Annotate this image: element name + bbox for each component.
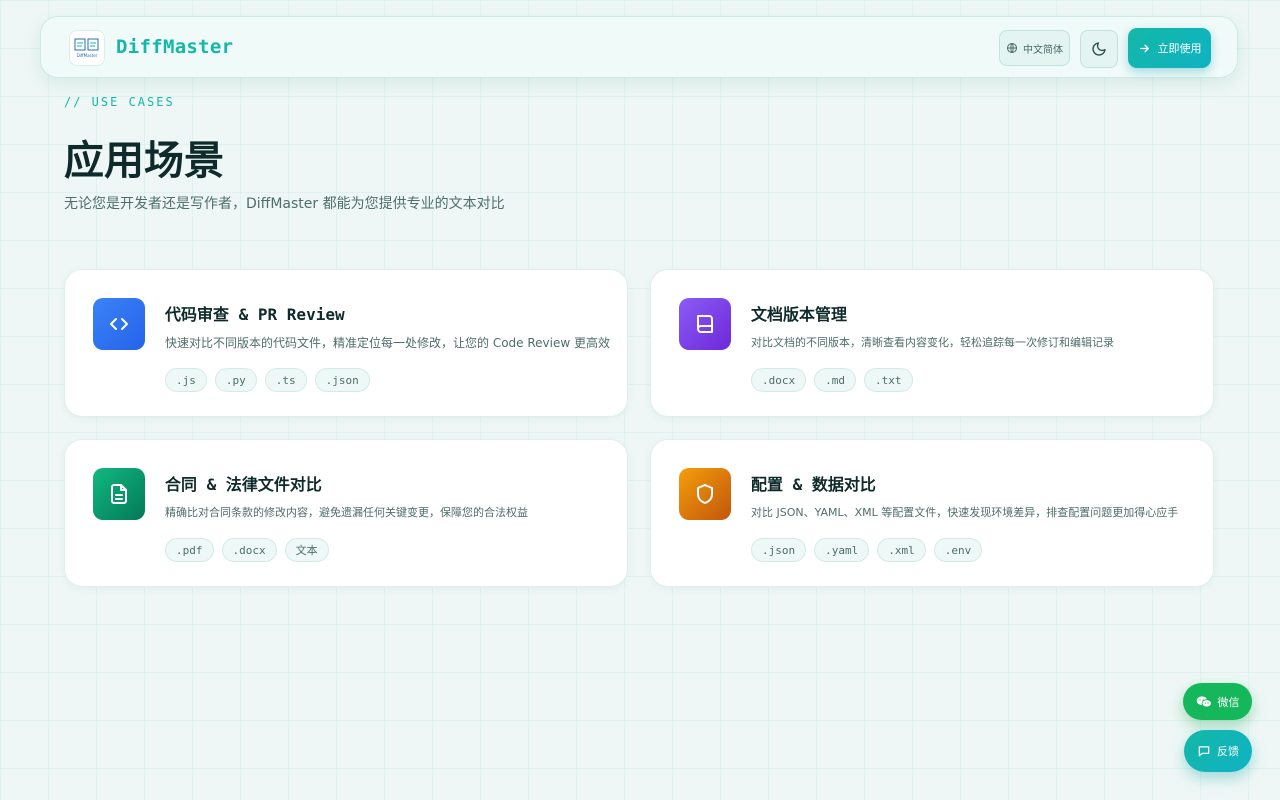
card-description: 精确比对合同条款的修改内容，避免遗漏任何关键变更，保障您的合法权益 bbox=[165, 506, 528, 519]
message-icon bbox=[1198, 746, 1210, 757]
use-case-card-contracts[interactable]: 合同 & 法律文件对比 精确比对合同条款的修改内容，避免遗漏任何关键变更，保障您… bbox=[64, 439, 628, 587]
use-case-card-document-versions[interactable]: 文档版本管理 对比文档的不同版本，清晰查看内容变化，轻松追踪每一次修订和编辑记录… bbox=[650, 269, 1214, 417]
code-icon bbox=[93, 298, 145, 350]
book-icon bbox=[679, 298, 731, 350]
file-text-icon bbox=[93, 468, 145, 520]
tag: 文本 bbox=[284, 538, 329, 562]
shield-icon bbox=[679, 468, 731, 520]
section-title: 应用场景 bbox=[64, 138, 224, 184]
card-tags: .js .py .ts .json bbox=[165, 368, 370, 392]
globe-icon bbox=[1007, 43, 1017, 53]
tag: .py bbox=[214, 368, 257, 392]
card-title: 配置 & 数据对比 bbox=[751, 475, 876, 494]
wechat-button[interactable]: 微信 bbox=[1183, 683, 1252, 720]
get-started-label: 立即使用 bbox=[1157, 42, 1202, 55]
brand-name[interactable]: DiffMaster bbox=[116, 36, 233, 58]
card-tags: .pdf .docx 文本 bbox=[165, 538, 329, 562]
tag: .env bbox=[933, 538, 983, 562]
section-eyebrow: // USE CASES bbox=[64, 95, 175, 109]
arrow-right-icon bbox=[1139, 44, 1149, 52]
wechat-icon bbox=[1196, 695, 1212, 707]
card-description: 对比文档的不同版本，清晰查看内容变化，轻松追踪每一次修订和编辑记录 bbox=[751, 336, 1114, 349]
card-title: 合同 & 法律文件对比 bbox=[165, 475, 322, 494]
feedback-button[interactable]: 反馈 bbox=[1184, 730, 1252, 772]
tag: .ts bbox=[264, 368, 307, 392]
tag: .pdf bbox=[165, 538, 214, 562]
language-button[interactable]: 中文简体 bbox=[999, 30, 1070, 66]
tag: .yaml bbox=[814, 538, 870, 562]
use-case-card-code-review[interactable]: 代码审查 & PR Review 快速对比不同版本的代码文件，精准定位每一处修改… bbox=[64, 269, 628, 417]
tag: .js bbox=[165, 368, 207, 392]
tag: .docx bbox=[751, 368, 807, 392]
moon-icon bbox=[1092, 42, 1106, 56]
tag: .json bbox=[314, 368, 370, 392]
feedback-label: 反馈 bbox=[1217, 745, 1239, 758]
card-description: 对比 JSON、YAML、XML 等配置文件，快速发现环境差异，排查配置问题更加… bbox=[751, 506, 1179, 519]
tag: .xml bbox=[877, 538, 926, 562]
top-navbar: DiffMaster DiffMaster 中文简体 立即使用 bbox=[40, 16, 1238, 78]
logo-icon: DiffMaster bbox=[74, 38, 99, 58]
language-label: 中文简体 bbox=[1023, 44, 1063, 56]
card-title: 文档版本管理 bbox=[751, 305, 848, 324]
theme-toggle-button[interactable] bbox=[1080, 30, 1118, 68]
tag: .docx bbox=[221, 538, 277, 562]
section-subtitle: 无论您是开发者还是写作者，DiffMaster 都能为您提供专业的文本对比 bbox=[64, 196, 505, 212]
card-title: 代码审查 & PR Review bbox=[165, 305, 345, 324]
tag: .json bbox=[751, 538, 807, 562]
get-started-button[interactable]: 立即使用 bbox=[1128, 28, 1211, 68]
tag: .md bbox=[814, 368, 856, 392]
tag: .txt bbox=[864, 368, 913, 392]
svg-text:DiffMaster: DiffMaster bbox=[77, 53, 98, 58]
use-case-card-config-data[interactable]: 配置 & 数据对比 对比 JSON、YAML、XML 等配置文件，快速发现环境差… bbox=[650, 439, 1214, 587]
wechat-label: 微信 bbox=[1217, 695, 1240, 709]
card-tags: .json .yaml .xml .env bbox=[751, 538, 983, 562]
card-tags: .docx .md .txt bbox=[751, 368, 913, 392]
card-description: 快速对比不同版本的代码文件，精准定位每一处修改，让您的 Code Review … bbox=[165, 336, 610, 350]
logo[interactable]: DiffMaster bbox=[69, 30, 105, 66]
